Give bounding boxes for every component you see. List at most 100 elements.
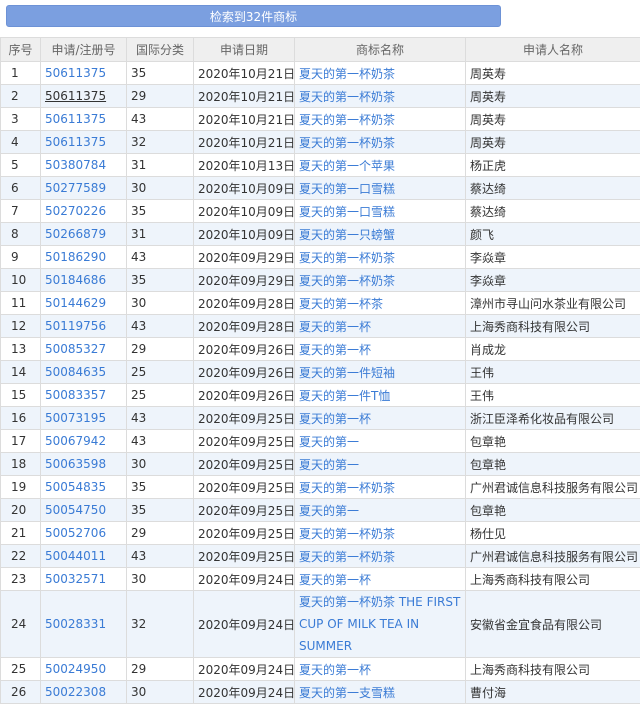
row-reg-no-link[interactable]: 50611375 bbox=[41, 131, 127, 154]
row-applicant: 周英寿 bbox=[466, 62, 640, 85]
row-trademark-name-link[interactable]: 夏天的第一杯奶茶 bbox=[295, 131, 466, 154]
row-class: 30 bbox=[127, 177, 194, 200]
row-date: 2020年09月24日 bbox=[194, 568, 295, 591]
row-trademark-name-link[interactable]: 夏天的第一支雪糕 bbox=[295, 681, 466, 704]
row-reg-no-link[interactable]: 50277589 bbox=[41, 177, 127, 200]
row-trademark-name-link[interactable]: 夏天的第一杯奶茶 bbox=[295, 269, 466, 292]
row-reg-no-link[interactable]: 50028331 bbox=[41, 591, 127, 658]
row-date: 2020年09月25日 bbox=[194, 545, 295, 568]
row-reg-no-link[interactable]: 50067942 bbox=[41, 430, 127, 453]
row-reg-no-link[interactable]: 50085327 bbox=[41, 338, 127, 361]
header-date[interactable]: 申请日期 bbox=[194, 38, 295, 62]
row-seq: 23 bbox=[1, 568, 41, 591]
row-reg-no-link[interactable]: 50032571 bbox=[41, 568, 127, 591]
table-row[interactable]: 1150144629302020年09月28日夏天的第一杯茶漳州市寻山问水茶业有… bbox=[1, 292, 640, 315]
row-reg-no-link[interactable]: 50022308 bbox=[41, 681, 127, 704]
row-reg-no-link[interactable]: 50611375 bbox=[41, 85, 127, 108]
table-row[interactable]: 850266879312020年10月09日夏天的第一只螃蟹颜飞 bbox=[1, 223, 640, 246]
row-trademark-name-link[interactable]: 夏天的第一杯奶茶 bbox=[295, 545, 466, 568]
table-row[interactable]: 150611375352020年10月21日夏天的第一杯奶茶周英寿 bbox=[1, 62, 640, 85]
table-row[interactable]: 1250119756432020年09月28日夏天的第一杯上海秀商科技有限公司 bbox=[1, 315, 640, 338]
row-reg-no-link[interactable]: 50044011 bbox=[41, 545, 127, 568]
table-row[interactable]: 2350032571302020年09月24日夏天的第一杯上海秀商科技有限公司 bbox=[1, 568, 640, 591]
table-row[interactable]: 1550083357252020年09月26日夏天的第一件T恤王伟 bbox=[1, 384, 640, 407]
row-trademark-name-link[interactable]: 夏天的第一杯 bbox=[295, 407, 466, 430]
row-trademark-name-link[interactable]: 夏天的第一件短袖 bbox=[295, 361, 466, 384]
row-reg-no-link[interactable]: 50144629 bbox=[41, 292, 127, 315]
row-trademark-name-link[interactable]: 夏天的第一件T恤 bbox=[295, 384, 466, 407]
row-reg-no-link[interactable]: 50084635 bbox=[41, 361, 127, 384]
table-row[interactable]: 1450084635252020年09月26日夏天的第一件短袖王伟 bbox=[1, 361, 640, 384]
row-reg-no-link[interactable]: 50611375 bbox=[41, 108, 127, 131]
row-applicant: 周英寿 bbox=[466, 108, 640, 131]
row-reg-no-link[interactable]: 50054750 bbox=[41, 499, 127, 522]
row-reg-no-link[interactable]: 50119756 bbox=[41, 315, 127, 338]
row-reg-no-link[interactable]: 50063598 bbox=[41, 453, 127, 476]
row-reg-no-link[interactable]: 50083357 bbox=[41, 384, 127, 407]
table-row[interactable]: 250611375292020年10月21日夏天的第一杯奶茶周英寿 bbox=[1, 85, 640, 108]
row-reg-no-link[interactable]: 50270226 bbox=[41, 200, 127, 223]
row-trademark-name-link[interactable]: 夏天的第一杯 bbox=[295, 315, 466, 338]
row-reg-no-link[interactable]: 50266879 bbox=[41, 223, 127, 246]
row-trademark-name-link[interactable]: 夏天的第一杯奶茶 bbox=[295, 62, 466, 85]
table-row[interactable]: 1850063598302020年09月25日夏天的第一包章艳 bbox=[1, 453, 640, 476]
row-trademark-name-link[interactable]: 夏天的第一 bbox=[295, 499, 466, 522]
row-date: 2020年09月28日 bbox=[194, 292, 295, 315]
row-date: 2020年09月25日 bbox=[194, 476, 295, 499]
row-seq: 5 bbox=[1, 154, 41, 177]
row-seq: 21 bbox=[1, 522, 41, 545]
row-reg-no-link[interactable]: 50054835 bbox=[41, 476, 127, 499]
row-trademark-name-link[interactable]: 夏天的第一只螃蟹 bbox=[295, 223, 466, 246]
table-row[interactable]: 1950054835352020年09月25日夏天的第一杯奶茶广州君诚信息科技服… bbox=[1, 476, 640, 499]
row-reg-no-link[interactable]: 50186290 bbox=[41, 246, 127, 269]
row-reg-no-link[interactable]: 50073195 bbox=[41, 407, 127, 430]
row-applicant: 周英寿 bbox=[466, 85, 640, 108]
row-trademark-name-link[interactable]: 夏天的第一个苹果 bbox=[295, 154, 466, 177]
row-reg-no-link[interactable]: 50184686 bbox=[41, 269, 127, 292]
table-row[interactable]: 2250044011432020年09月25日夏天的第一杯奶茶广州君诚信息科技服… bbox=[1, 545, 640, 568]
row-trademark-name-link[interactable]: 夏天的第一杯奶茶 bbox=[295, 246, 466, 269]
row-seq: 20 bbox=[1, 499, 41, 522]
row-trademark-name-link[interactable]: 夏天的第一杯茶 bbox=[295, 292, 466, 315]
row-trademark-name-link[interactable]: 夏天的第一口雪糕 bbox=[295, 177, 466, 200]
header-class[interactable]: 国际分类 bbox=[127, 38, 194, 62]
table-row[interactable]: 1050184686352020年09月29日夏天的第一杯奶茶李焱章 bbox=[1, 269, 640, 292]
table-row[interactable]: 1350085327292020年09月26日夏天的第一杯肖成龙 bbox=[1, 338, 640, 361]
header-applicant[interactable]: 申请人名称 bbox=[466, 38, 640, 62]
row-trademark-name-link[interactable]: 夏天的第一 bbox=[295, 453, 466, 476]
row-date: 2020年09月24日 bbox=[194, 681, 295, 704]
row-trademark-name-link[interactable]: 夏天的第一杯 bbox=[295, 338, 466, 361]
table-row[interactable]: 750270226352020年10月09日夏天的第一口雪糕蔡达绮 bbox=[1, 200, 640, 223]
row-reg-no-link[interactable]: 50052706 bbox=[41, 522, 127, 545]
row-reg-no-link[interactable]: 50024950 bbox=[41, 658, 127, 681]
row-trademark-name-link[interactable]: 夏天的第一杯 bbox=[295, 568, 466, 591]
row-trademark-name-link[interactable]: 夏天的第一口雪糕 bbox=[295, 200, 466, 223]
table-row[interactable]: 2450028331322020年09月24日夏天的第一杯奶茶 THE FIRS… bbox=[1, 591, 640, 658]
row-reg-no-link[interactable]: 50611375 bbox=[41, 62, 127, 85]
table-row[interactable]: 950186290432020年09月29日夏天的第一杯奶茶李焱章 bbox=[1, 246, 640, 269]
table-row[interactable]: 350611375432020年10月21日夏天的第一杯奶茶周英寿 bbox=[1, 108, 640, 131]
row-reg-no-link[interactable]: 50380784 bbox=[41, 154, 127, 177]
table-row[interactable]: 2550024950292020年09月24日夏天的第一杯上海秀商科技有限公司 bbox=[1, 658, 640, 681]
row-class: 30 bbox=[127, 681, 194, 704]
header-name[interactable]: 商标名称 bbox=[295, 38, 466, 62]
table-row[interactable]: 2150052706292020年09月25日夏天的第一杯奶茶杨仕见 bbox=[1, 522, 640, 545]
row-trademark-name-link[interactable]: 夏天的第一杯奶茶 bbox=[295, 85, 466, 108]
row-trademark-name-link[interactable]: 夏天的第一杯奶茶 bbox=[295, 522, 466, 545]
row-trademark-name-link[interactable]: 夏天的第一杯奶茶 bbox=[295, 476, 466, 499]
table-row[interactable]: 2050054750352020年09月25日夏天的第一包章艳 bbox=[1, 499, 640, 522]
row-class: 43 bbox=[127, 315, 194, 338]
search-results-button[interactable]: 检索到32件商标 bbox=[6, 5, 501, 27]
row-trademark-name-link[interactable]: 夏天的第一杯奶茶 THE FIRST CUP OF MILK TEA IN SU… bbox=[295, 591, 466, 658]
table-row[interactable]: 1750067942432020年09月25日夏天的第一包章艳 bbox=[1, 430, 640, 453]
table-row[interactable]: 550380784312020年10月13日夏天的第一个苹果杨正虎 bbox=[1, 154, 640, 177]
row-trademark-name-link[interactable]: 夏天的第一杯 bbox=[295, 658, 466, 681]
table-row[interactable]: 1650073195432020年09月25日夏天的第一杯浙江臣泽希化妆品有限公… bbox=[1, 407, 640, 430]
table-row[interactable]: 650277589302020年10月09日夏天的第一口雪糕蔡达绮 bbox=[1, 177, 640, 200]
table-row[interactable]: 2650022308302020年09月24日夏天的第一支雪糕曹付海 bbox=[1, 681, 640, 704]
row-trademark-name-link[interactable]: 夏天的第一 bbox=[295, 430, 466, 453]
table-row[interactable]: 450611375322020年10月21日夏天的第一杯奶茶周英寿 bbox=[1, 131, 640, 154]
row-class: 29 bbox=[127, 658, 194, 681]
row-trademark-name-link[interactable]: 夏天的第一杯奶茶 bbox=[295, 108, 466, 131]
header-reg-no[interactable]: 申请/注册号 bbox=[41, 38, 127, 62]
